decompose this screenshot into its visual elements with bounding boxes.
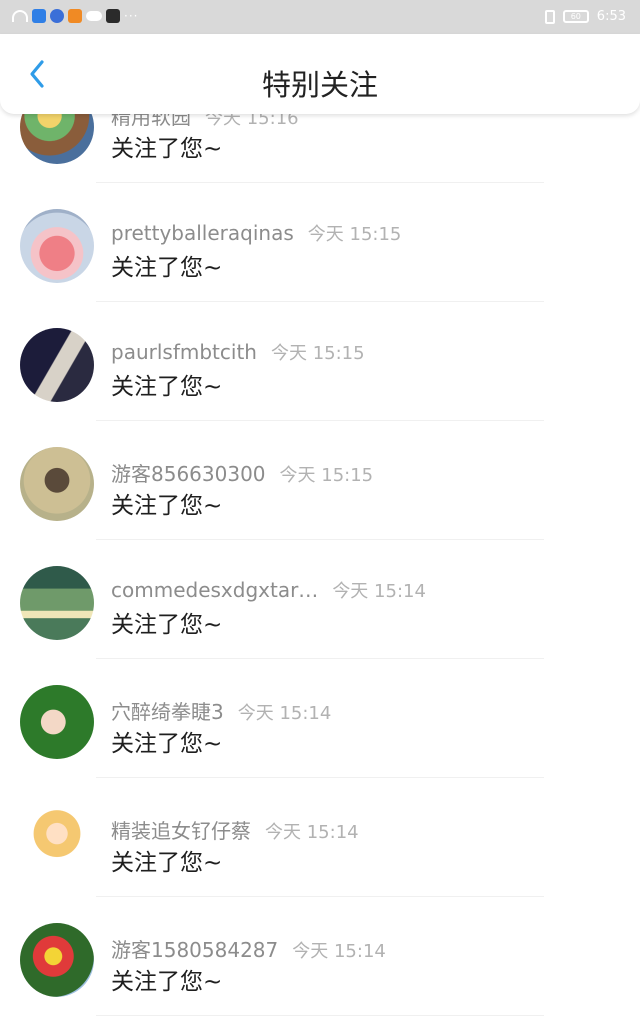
status-icons-right: 60 6:53: [544, 9, 626, 24]
user-name[interactable]: paurlsfmbtcith: [111, 340, 257, 364]
list-item[interactable]: 游客856630300 今天 15:15 关注了您~: [0, 421, 640, 540]
timestamp: 今天 15:14: [332, 581, 426, 602]
user-name[interactable]: prettyballeraqinas: [111, 221, 294, 245]
notification-message: 关注了您~: [111, 969, 223, 995]
user-name[interactable]: 穴醉绮拳睫3: [111, 700, 224, 724]
wifi-icon: [12, 10, 28, 22]
notification-message: 关注了您~: [111, 612, 223, 638]
divider: [96, 1015, 544, 1016]
avatar[interactable]: [20, 923, 94, 997]
list-item[interactable]: commedesxdgxtar… 今天 15:14 关注了您~: [0, 540, 640, 659]
app-notification-icon: [68, 9, 82, 23]
app-notification-icon: [32, 9, 46, 23]
notification-message: 关注了您~: [111, 731, 223, 757]
timestamp: 今天 15:14: [265, 822, 359, 843]
app-notification-icon: [106, 9, 120, 23]
list-item[interactable]: 游客1580584287 今天 15:14 关注了您~: [0, 897, 640, 1016]
user-name[interactable]: 游客1580584287: [111, 938, 278, 962]
page-title: 特别关注: [261, 68, 378, 102]
avatar[interactable]: [20, 328, 94, 402]
list-item[interactable]: 精装追女钌仔蔡 今天 15:14 关注了您~: [0, 778, 640, 897]
avatar[interactable]: [20, 566, 94, 640]
notification-message: 关注了您~: [111, 493, 223, 519]
timestamp: 今天 15:15: [270, 343, 365, 364]
status-icons-left: ···: [12, 9, 138, 23]
status-time: 6:53: [596, 9, 626, 24]
avatar[interactable]: [20, 685, 94, 759]
notification-message: 关注了您~: [111, 255, 223, 281]
avatar[interactable]: [20, 804, 94, 878]
list-item[interactable]: 穴醉绮拳睫3 今天 15:14 关注了您~: [0, 659, 640, 778]
notification-message: 关注了您~: [111, 850, 223, 876]
more-notifications-dots: ···: [124, 9, 139, 23]
user-name[interactable]: 游客856630300: [111, 462, 266, 486]
status-bar: ··· 60 6:53: [0, 0, 640, 34]
timestamp: 今天 15:15: [307, 224, 402, 245]
list-item[interactable]: paurlsfmbtcith 今天 15:15 关注了您~: [0, 302, 640, 421]
timestamp: 今天 15:14: [237, 703, 332, 724]
app-notification-icon: [50, 9, 64, 23]
user-name[interactable]: 精装追女钌仔蔡: [111, 819, 251, 843]
timestamp: 今天 15:15: [279, 465, 374, 486]
avatar[interactable]: [20, 209, 94, 283]
timestamp: 今天 15:14: [292, 941, 386, 962]
user-name[interactable]: commedesxdgxtar…: [111, 578, 318, 602]
cloud-icon: [86, 11, 102, 21]
battery-icon: 60: [562, 10, 589, 23]
vibrate-icon: [544, 9, 555, 24]
avatar[interactable]: [20, 447, 94, 521]
notification-message: 关注了您~: [111, 374, 223, 400]
list-item[interactable]: prettyballeraqinas 今天 15:15 关注了您~: [0, 183, 640, 302]
notification-message: 关注了您~: [111, 136, 223, 162]
notification-list[interactable]: 精用软园 今天 15:16 关注了您~ prettyballeraqinas 今天 …: [0, 64, 640, 1016]
header: 特别关注: [0, 34, 640, 114]
